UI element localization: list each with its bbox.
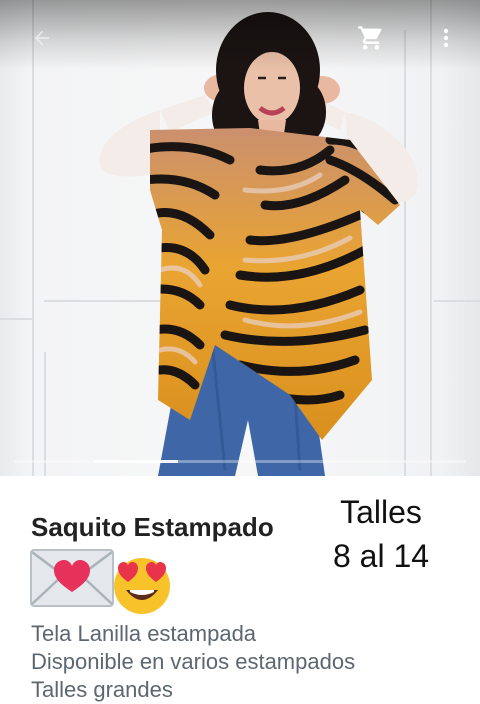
product-description: Tela Lanilla estampada Disponible en var… [31, 620, 355, 704]
more-vert-icon[interactable] [428, 20, 464, 56]
scroll-thumb [94, 460, 178, 463]
description-line: Disponible en varios estampados [31, 649, 356, 674]
description-line: Tela Lanilla estampada [31, 621, 257, 646]
description-line: Talles grandes [31, 677, 173, 702]
heart-eyes-emoji [114, 558, 170, 614]
love-letter-emoji [30, 549, 114, 607]
image-scroll-indicator [14, 460, 466, 463]
sizes-label: Talles [340, 494, 422, 530]
model-figure [99, 12, 419, 476]
product-photo[interactable] [0, 0, 480, 476]
top-app-bar [0, 0, 480, 70]
sizes-info: Talles 8 al 14 [320, 490, 442, 578]
sizes-range: 8 al 14 [332, 538, 430, 574]
product-title: Saquito Estampado [31, 512, 274, 542]
back-arrow-icon[interactable] [24, 20, 60, 56]
cart-icon[interactable] [353, 20, 389, 56]
